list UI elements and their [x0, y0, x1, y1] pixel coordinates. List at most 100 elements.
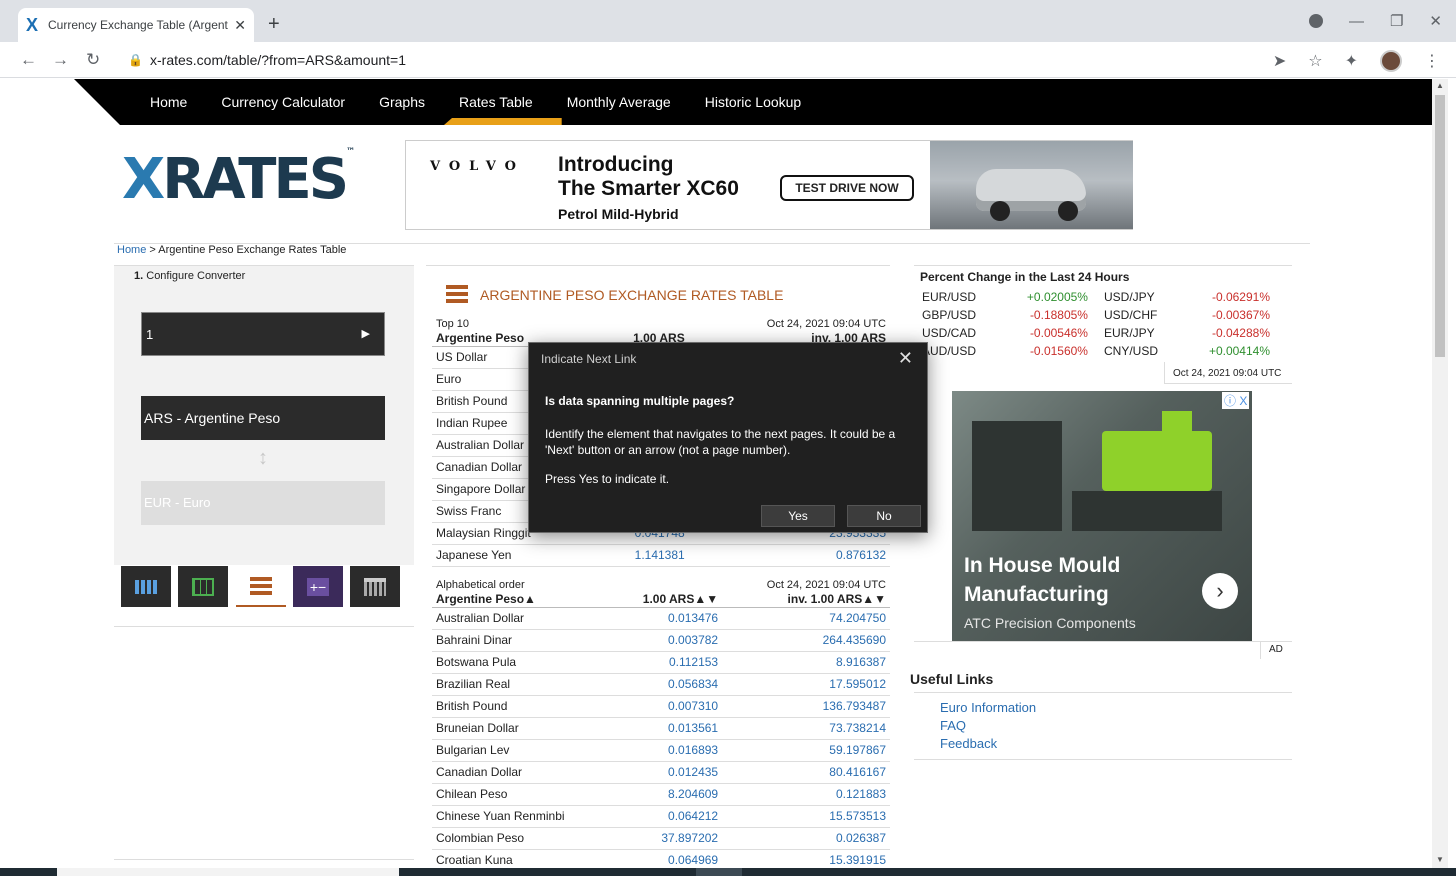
rate-inverse[interactable]: 17.595012 [722, 673, 890, 696]
historic-calendar-tool-icon[interactable] [350, 566, 400, 607]
restore-icon[interactable]: ❐ [1390, 12, 1403, 30]
yes-button[interactable]: Yes [761, 505, 835, 527]
rate-currency: British Pound [432, 695, 613, 718]
rate-rate[interactable]: 8.204609 [612, 783, 723, 806]
rate-currency: Canadian Dollar [432, 761, 613, 784]
rates-table-tool-icon[interactable] [236, 566, 286, 607]
extensions-puzzle-icon[interactable]: ✦ [1345, 51, 1358, 71]
x-rates-logo[interactable]: XRATES™ [122, 147, 355, 212]
rate-rate[interactable]: 0.112153 [612, 651, 723, 674]
back-icon[interactable]: ← [20, 50, 37, 70]
to-currency-select[interactable]: EUR - Euro [141, 481, 385, 525]
mould-ad[interactable]: ⓘ X In House Mould Manufacturing ATC Pre… [952, 391, 1252, 641]
scroll-up-icon[interactable]: ▲ [1436, 81, 1444, 90]
from-currency-select[interactable]: ARS - Argentine Peso [141, 396, 385, 440]
rate-inverse[interactable]: 15.573513 [722, 805, 890, 828]
x-rates-favicon-icon: X [26, 14, 39, 35]
test-drive-button[interactable]: TEST DRIVE NOW [780, 175, 914, 201]
scroll-down-icon[interactable]: ▼ [1436, 855, 1444, 864]
rate-inverse[interactable]: 0.026387 [722, 827, 890, 850]
bookmark-star-icon[interactable]: ☆ [1308, 51, 1322, 71]
rate-inverse[interactable]: 0.121883 [722, 783, 890, 806]
rate-rate[interactable]: 0.013561 [612, 717, 723, 740]
rate-inverse[interactable]: 8.916387 [722, 651, 890, 674]
divider [114, 859, 414, 860]
taskbar-search[interactable] [57, 868, 399, 876]
alpha-col-currency-sort[interactable]: Argentine Peso▲ [432, 591, 613, 608]
dialog-close-icon[interactable]: ✕ [898, 348, 913, 369]
percent-value: -0.04288% [1211, 326, 1270, 340]
close-tab-icon[interactable]: ✕ [234, 17, 246, 34]
percent-row: EUR/USD +0.02005% USD/JPY -0.06291% [920, 288, 1284, 306]
reload-icon[interactable]: ↻ [86, 50, 100, 70]
new-tab-icon[interactable]: + [268, 13, 280, 36]
percent-value: -0.06291% [1211, 290, 1270, 304]
minimize-icon[interactable]: — [1349, 13, 1364, 30]
forward-icon[interactable]: → [52, 50, 69, 70]
lock-icon[interactable]: 🔒 [128, 53, 150, 67]
nav-home[interactable]: Home [133, 79, 204, 125]
ad-title: In House Mould Manufacturing [964, 554, 1121, 606]
amount-input[interactable]: 1 ▶ [141, 312, 385, 356]
rate-rate[interactable]: 0.012435 [612, 761, 723, 784]
rate-rate[interactable]: 0.007310 [612, 695, 723, 718]
table-row: Bulgarian Lev 0.016893 59.197867 [432, 739, 890, 762]
alpha-col-amount-sort[interactable]: 1.00 ARS▲▼ [612, 591, 723, 608]
top10-section-label: Top 10 [436, 318, 470, 330]
menu-kebab-icon[interactable]: ⋮ [1424, 51, 1440, 71]
nav-currency-calculator[interactable]: Currency Calculator [204, 79, 362, 125]
volvo-ad-banner[interactable]: VOLVO Introducing The Smarter XC60 Petro… [405, 140, 1133, 230]
close-window-icon[interactable]: ✕ [1429, 12, 1442, 30]
calculator-tool-icon[interactable] [121, 566, 171, 607]
monthly-average-tool-icon[interactable]: +− [293, 566, 343, 607]
rate-inverse[interactable]: 80.416167 [722, 761, 890, 784]
useful-link[interactable]: Feedback [940, 735, 1036, 753]
rate-rate[interactable]: 0.064212 [612, 805, 723, 828]
rate-inverse[interactable]: 0.876132 [688, 544, 890, 567]
nav-historic-lookup[interactable]: Historic Lookup [688, 79, 819, 125]
useful-link[interactable]: FAQ [940, 717, 1036, 735]
rate-inverse[interactable]: 15.391915 [722, 849, 890, 868]
send-icon[interactable]: ➤ [1273, 51, 1286, 71]
rate-rate[interactable]: 1.141381 [594, 544, 689, 567]
graph-tool-icon[interactable] [178, 566, 228, 607]
address-bar[interactable]: 🔒 x-rates.com/table/?from=ARS&amount=1 [118, 46, 1308, 74]
page-scrollbar[interactable]: ▲ ▼ [1432, 79, 1448, 868]
rate-rate[interactable]: 0.016893 [612, 739, 723, 762]
converter-config: 1. Configure Converter 1 ▶ ARS - Argenti… [114, 265, 414, 565]
rate-currency: Bruneian Dollar [432, 717, 613, 740]
rate-rate[interactable]: 0.003782 [612, 629, 723, 652]
nav-rates-table[interactable]: Rates Table [442, 79, 550, 125]
play-arrow-icon[interactable]: ▶ [362, 327, 370, 340]
rate-inverse[interactable]: 264.435690 [722, 629, 890, 652]
rate-currency: Australian Dollar [432, 607, 613, 630]
rate-rate[interactable]: 37.897202 [612, 827, 723, 850]
media-control-icon[interactable] [1308, 14, 1323, 28]
browser-toolbar: ← → ↻ 🔒 x-rates.com/table/?from=ARS&amou… [0, 42, 1456, 78]
browser-tab[interactable]: X Currency Exchange Table (Argent ✕ [18, 8, 254, 42]
rate-inverse[interactable]: 59.197867 [722, 739, 890, 762]
rate-inverse[interactable]: 73.738214 [722, 717, 890, 740]
taskbar-active-app[interactable] [696, 868, 742, 876]
scroll-thumb[interactable] [1435, 95, 1445, 357]
rate-inverse[interactable]: 74.204750 [722, 607, 890, 630]
alpha-col-inverse-sort[interactable]: inv. 1.00 ARS▲▼ [722, 591, 890, 608]
car-image [930, 141, 1133, 229]
table-row: Croatian Kuna 0.064969 15.391915 [432, 849, 890, 868]
no-button[interactable]: No [847, 505, 921, 527]
percent-change-box: Percent Change in the Last 24 Hours EUR/… [914, 265, 1292, 384]
nav-monthly-average[interactable]: Monthly Average [550, 79, 688, 125]
rate-rate[interactable]: 0.064969 [612, 849, 723, 868]
nav-graphs[interactable]: Graphs [362, 79, 442, 125]
ad-choices-close-icon[interactable]: ⓘ X [1222, 392, 1250, 409]
ad-next-chevron-icon[interactable]: › [1202, 573, 1238, 609]
swap-arrows-icon[interactable]: ↕ [258, 447, 268, 470]
rate-rate[interactable]: 0.056834 [612, 673, 723, 696]
rate-rate[interactable]: 0.013476 [612, 607, 723, 630]
breadcrumb-home-link[interactable]: Home [117, 244, 146, 256]
profile-avatar[interactable] [1380, 50, 1402, 72]
useful-link[interactable]: Euro Information [940, 699, 1036, 717]
dialog-question: Is data spanning multiple pages? [545, 394, 735, 408]
rate-inverse[interactable]: 136.793487 [722, 695, 890, 718]
currency-pair: USD/CAD [922, 326, 977, 340]
